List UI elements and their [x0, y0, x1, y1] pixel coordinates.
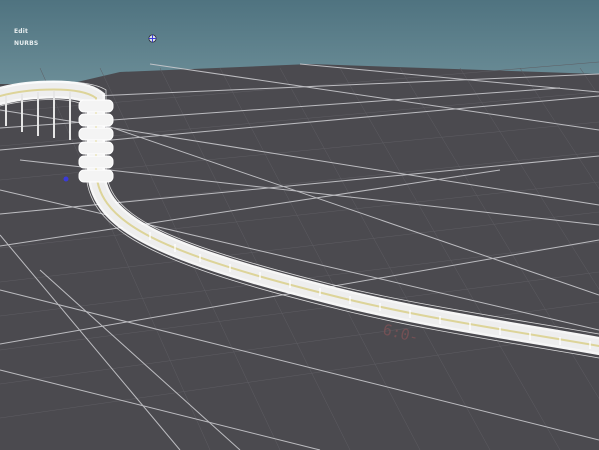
viewport-object-type-label: NURBS [14, 40, 39, 47]
track-ring-segment [78, 127, 114, 141]
scene-canvas[interactable]: 6:0- [0, 0, 599, 450]
viewport-mode-label: Edit [14, 28, 29, 35]
3d-viewport[interactable]: 6:0- Edit NURBS [0, 0, 599, 450]
track-ring-segment [78, 155, 114, 169]
track-ring-segment [78, 141, 114, 155]
transform-gizmo-icon[interactable] [148, 34, 157, 43]
track-ring-segment [78, 113, 114, 127]
track-ring-segment [78, 169, 114, 183]
pivot-marker-icon[interactable] [63, 176, 69, 182]
track-ring-segment [78, 99, 114, 113]
